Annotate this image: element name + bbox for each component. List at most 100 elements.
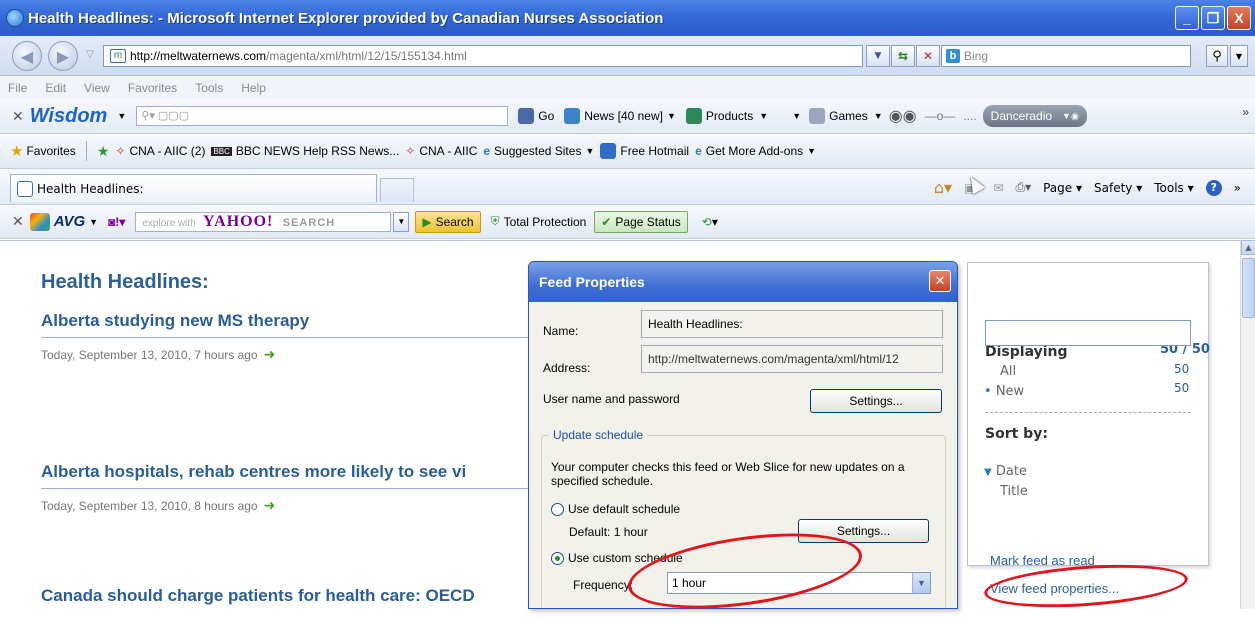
frequency-select[interactable]: 1 hour ▼ (667, 572, 931, 594)
update-schedule-title: Update schedule (549, 428, 648, 442)
add-favorites-icon[interactable]: ★ (97, 143, 110, 160)
fav-suggested-sites[interactable]: e Suggested Sites ▼ (483, 144, 594, 158)
tools-menu[interactable]: Tools ▾ (1154, 181, 1193, 195)
go-arrow-icon[interactable]: ➜ (264, 497, 276, 514)
wisdom-menu-dropdown[interactable]: ▼ (117, 111, 126, 121)
toolbar-overflow-icon[interactable]: » (1234, 181, 1241, 195)
refresh-button[interactable]: ⇆ (891, 45, 915, 67)
bing-icon: b (946, 49, 960, 63)
fav-link-cna-2[interactable]: ✧ CNA - AIIC (2) (115, 144, 205, 158)
address-dropdown-button[interactable]: ▼ (866, 45, 890, 67)
fav-link-label: Free Hotmail (620, 144, 690, 158)
scroll-up-button[interactable]: ▲ (1241, 240, 1255, 255)
page-status-button[interactable]: ✔ Page Status (594, 210, 688, 233)
favorites-button[interactable]: ★ Favorites (10, 142, 76, 160)
tools-label: Tools (1154, 180, 1184, 195)
toolbar-overflow-icon[interactable]: » (1242, 105, 1249, 119)
search-icon: ⚲ (1212, 48, 1222, 64)
home-icon[interactable]: ⌂▾ (934, 178, 952, 197)
close-icon: ✕ (934, 273, 946, 289)
article-item: Alberta studying new MS therapy Today, S… (41, 311, 561, 363)
close-window-button[interactable]: X (1227, 6, 1251, 30)
player-controls[interactable]: ◉◉ —o—.... (889, 106, 977, 126)
go-arrow-icon[interactable]: ➜ (264, 346, 276, 363)
wisdom-logo[interactable]: Wisdom (30, 105, 108, 128)
new-tab-button[interactable] (380, 178, 414, 202)
view-feed-properties-link[interactable]: View feed properties... (990, 581, 1119, 596)
menu-file[interactable]: File (8, 81, 27, 95)
vertical-scrollbar[interactable]: ▲ (1240, 240, 1255, 609)
news-button[interactable]: News [40 new] ▼ (564, 108, 676, 124)
chevron-down-icon: ▼ (873, 111, 883, 121)
search-input[interactable]: b Bing (941, 45, 1191, 67)
chevron-down-icon[interactable]: ▼ (912, 573, 930, 593)
total-protection-button[interactable]: ⛨ Total Protection (491, 214, 587, 229)
back-button[interactable]: ◀ (12, 41, 42, 71)
forward-button[interactable]: ▶ (48, 41, 78, 71)
filter-new[interactable]: • New (984, 384, 1024, 399)
volume-slider[interactable]: —o— (925, 109, 956, 123)
sort-title[interactable]: Title (1000, 484, 1028, 499)
filter-input[interactable] (985, 320, 1191, 346)
filter-all[interactable]: All (1000, 364, 1016, 379)
radio-label: Danceradio (990, 109, 1053, 123)
print-icon[interactable]: ⎙▾ (1015, 180, 1031, 195)
mail-icon[interactable]: ✉ (993, 181, 1003, 195)
menu-favorites[interactable]: Favorites (128, 81, 177, 95)
article-date: Today, September 13, 2010, 7 hours ago ➜ (41, 346, 561, 363)
help-icon[interactable]: ? (1205, 179, 1222, 196)
article-headline[interactable]: Alberta hospitals, rehab centres more li… (41, 462, 561, 489)
userpass-settings-button[interactable]: Settings... (810, 389, 942, 413)
menu-edit[interactable]: Edit (45, 81, 66, 95)
filter-new-label: New (995, 384, 1025, 399)
menu-help[interactable]: Help (241, 81, 266, 95)
page-menu[interactable]: Page ▾ (1043, 181, 1082, 195)
stop-button[interactable]: ✕ (916, 45, 940, 67)
dialog-close-button[interactable]: ✕ (929, 270, 951, 292)
history-dropdown-icon[interactable]: ▽ (86, 49, 94, 60)
menu-tools[interactable]: Tools (195, 81, 223, 95)
yahoo-search-input[interactable]: explore with YAHOO! SEARCH (135, 211, 392, 232)
article-headline[interactable]: Canada should charge patients for health… (41, 586, 561, 612)
yahoo-dropdown-button[interactable]: ▼ (393, 211, 410, 232)
tab-health-headlines[interactable]: Health Headlines: (10, 174, 377, 202)
maximize-button[interactable]: ❐ (1201, 6, 1225, 30)
scroll-thumb[interactable] (1242, 258, 1255, 318)
wisdom-go-button[interactable]: Go (518, 108, 554, 124)
article-date-text: Today, September 13, 2010, 7 hours ago (41, 347, 258, 362)
chevron-down-icon[interactable]: ▼ (89, 217, 98, 227)
yahoo-icon[interactable]: ◙!▾ (108, 215, 125, 229)
avg-search-button[interactable]: ▶ Search (415, 210, 481, 233)
products-button[interactable]: Products ▼ (685, 108, 768, 124)
address-field: http://meltwaternews.com/magenta/xml/htm… (641, 345, 943, 373)
fav-link-bbc[interactable]: BBC BBC NEWS Help RSS News... (211, 144, 399, 158)
schedule-settings-button[interactable]: Settings... (798, 519, 929, 543)
search-options-button[interactable]: ▼ (1230, 45, 1248, 67)
default-schedule-radio[interactable]: Use default schedule (551, 502, 680, 517)
avg-logo[interactable]: AVG (54, 213, 85, 230)
mark-feed-read-link[interactable]: Mark feed as read (990, 553, 1095, 568)
safety-menu[interactable]: Safety ▾ (1094, 181, 1142, 195)
chevron-down-icon: ▼ (807, 146, 817, 156)
close-toolbar-icon[interactable]: ✕ (12, 108, 24, 125)
radio-selected-icon (551, 552, 564, 566)
address-input[interactable]: m http://meltwaternews.com/magenta/xml/h… (103, 45, 863, 67)
games-button[interactable]: ▼ Games ▼ (792, 108, 883, 124)
search-button[interactable]: ⚲ (1206, 45, 1228, 67)
radio-station-select[interactable]: Danceradio ▼◉ (982, 105, 1087, 127)
article-date-text: Today, September 13, 2010, 8 hours ago (41, 498, 258, 513)
fav-get-addons[interactable]: e Get More Add-ons ▼ (695, 144, 816, 158)
fav-link-cna[interactable]: ✧ CNA - AIIC (405, 144, 477, 158)
avg-extra-menu[interactable]: ⟲ ▾ (702, 215, 718, 229)
name-input[interactable]: Health Headlines: (641, 310, 943, 338)
news-icon (564, 108, 581, 124)
wisdom-search-input[interactable]: ⚲▾ ▢▢▢ (136, 106, 509, 126)
close-toolbar-icon[interactable]: ✕ (12, 213, 24, 230)
fav-free-hotmail[interactable]: Free Hotmail (600, 143, 689, 159)
menu-view[interactable]: View (84, 81, 110, 95)
article-headline[interactable]: Alberta studying new MS therapy (41, 311, 561, 338)
sort-date[interactable]: ▼ Date (984, 464, 1027, 479)
sort-date-label: Date (995, 464, 1027, 479)
minimize-button[interactable]: _ (1175, 6, 1199, 30)
custom-schedule-radio[interactable]: Use custom schedule (551, 551, 683, 566)
